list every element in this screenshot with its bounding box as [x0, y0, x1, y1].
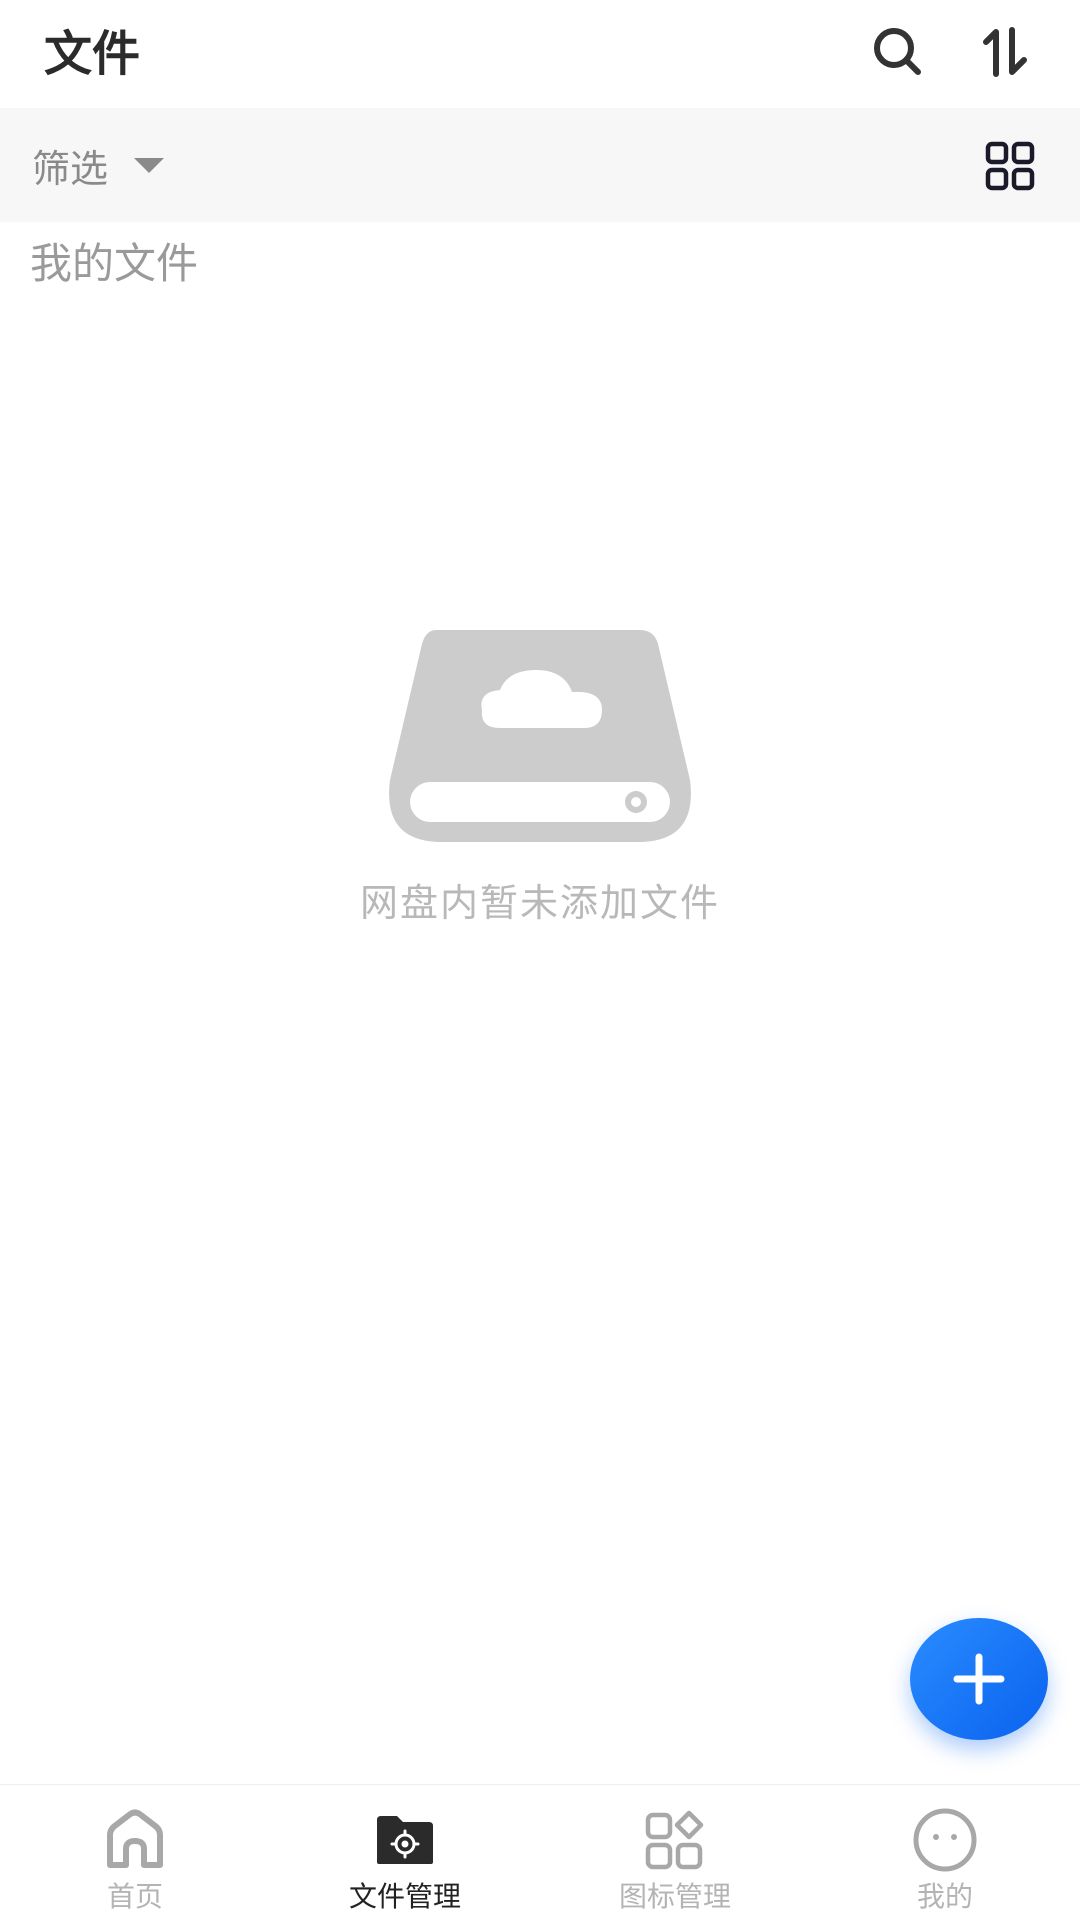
nav-label-icon-management: 图标管理 [618, 1880, 731, 1913]
plus-icon [953, 1653, 1005, 1705]
bottom-nav: 首页 文件管理 图标管理 我的 [0, 1784, 1080, 1920]
caret-down-icon [134, 158, 165, 173]
nav-label-home: 首页 [106, 1880, 163, 1913]
empty-message: 网盘内暂未添加文件 [359, 881, 720, 925]
search-button[interactable] [858, 12, 938, 92]
add-file-button[interactable] [910, 1618, 1048, 1740]
nav-item-icon-management[interactable]: 图标管理 [540, 1785, 810, 1920]
grid-view-icon [985, 141, 1035, 191]
empty-state: 网盘内暂未添加文件 [0, 620, 1080, 940]
sort-icon [983, 27, 1027, 77]
nav-item-file-management[interactable]: 文件管理 [270, 1785, 540, 1920]
home-icon [107, 1809, 163, 1868]
filter-label: 筛选 [32, 146, 109, 191]
filter-bar: 筛选 [0, 108, 1080, 222]
breadcrumb: 我的文件 [30, 239, 199, 288]
sort-button[interactable] [966, 12, 1046, 92]
profile-face-icon [913, 1808, 977, 1872]
cloud-drive-icon [389, 630, 691, 842]
page-title: 文件 [44, 26, 141, 82]
folder-settings-icon [377, 1816, 433, 1864]
nav-label-profile: 我的 [916, 1880, 973, 1913]
search-icon [874, 28, 921, 75]
grid-view-button[interactable] [974, 136, 1046, 196]
nav-item-home[interactable]: 首页 [0, 1785, 270, 1920]
apps-icon [645, 1810, 704, 1870]
nav-item-profile[interactable]: 我的 [810, 1785, 1080, 1920]
nav-label-file-management: 文件管理 [348, 1880, 461, 1913]
filter-dropdown[interactable]: 筛选 [32, 130, 166, 200]
app-bar: 文件 [0, 0, 1080, 108]
